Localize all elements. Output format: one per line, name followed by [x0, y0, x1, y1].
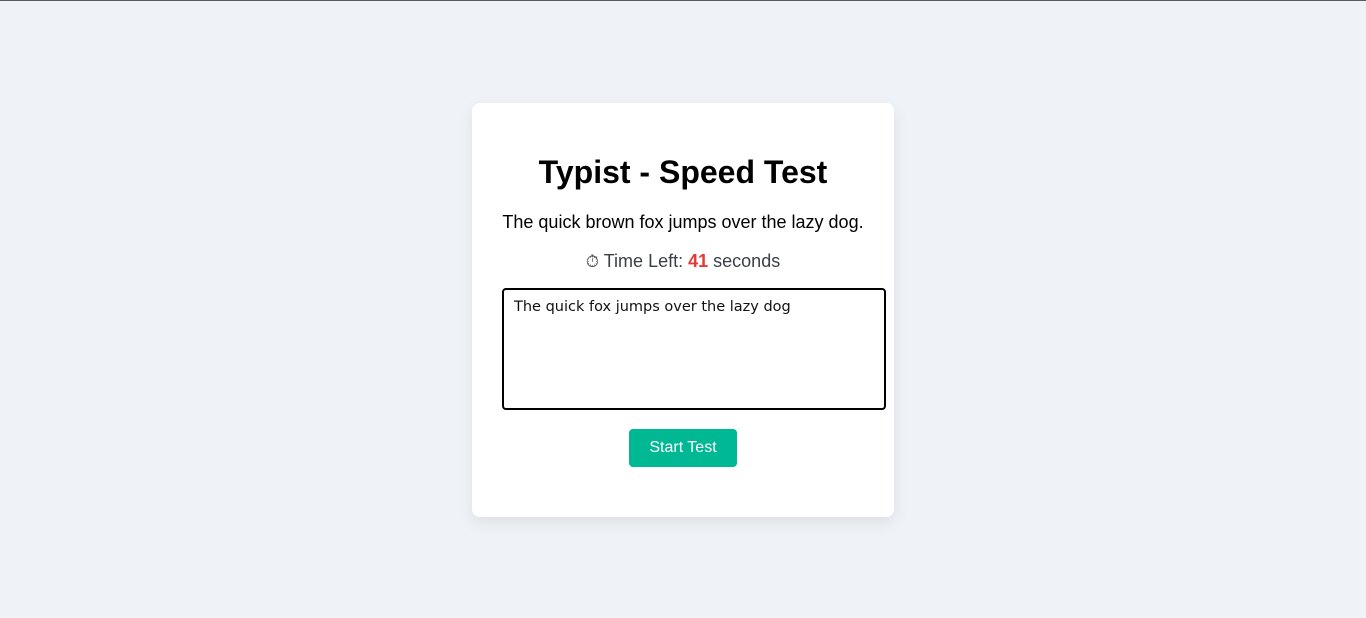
speed-test-card: Typist - Speed Test The quick brown fox … — [472, 103, 894, 517]
timer-label: Time Left: — [603, 251, 684, 271]
typing-input[interactable]: The quick fox jumps over the lazy dog — [502, 288, 886, 410]
page-title: Typist - Speed Test — [538, 154, 828, 190]
timer-unit: seconds — [713, 251, 781, 271]
time-left-value: 41 — [688, 251, 709, 271]
timer-display: ⏱ Time Left: 41 seconds — [472, 250, 894, 273]
stopwatch-icon: ⏱ — [585, 252, 600, 272]
prompt-text: The quick brown fox jumps over the lazy … — [502, 212, 864, 232]
start-test-button[interactable]: Start Test — [629, 429, 737, 467]
